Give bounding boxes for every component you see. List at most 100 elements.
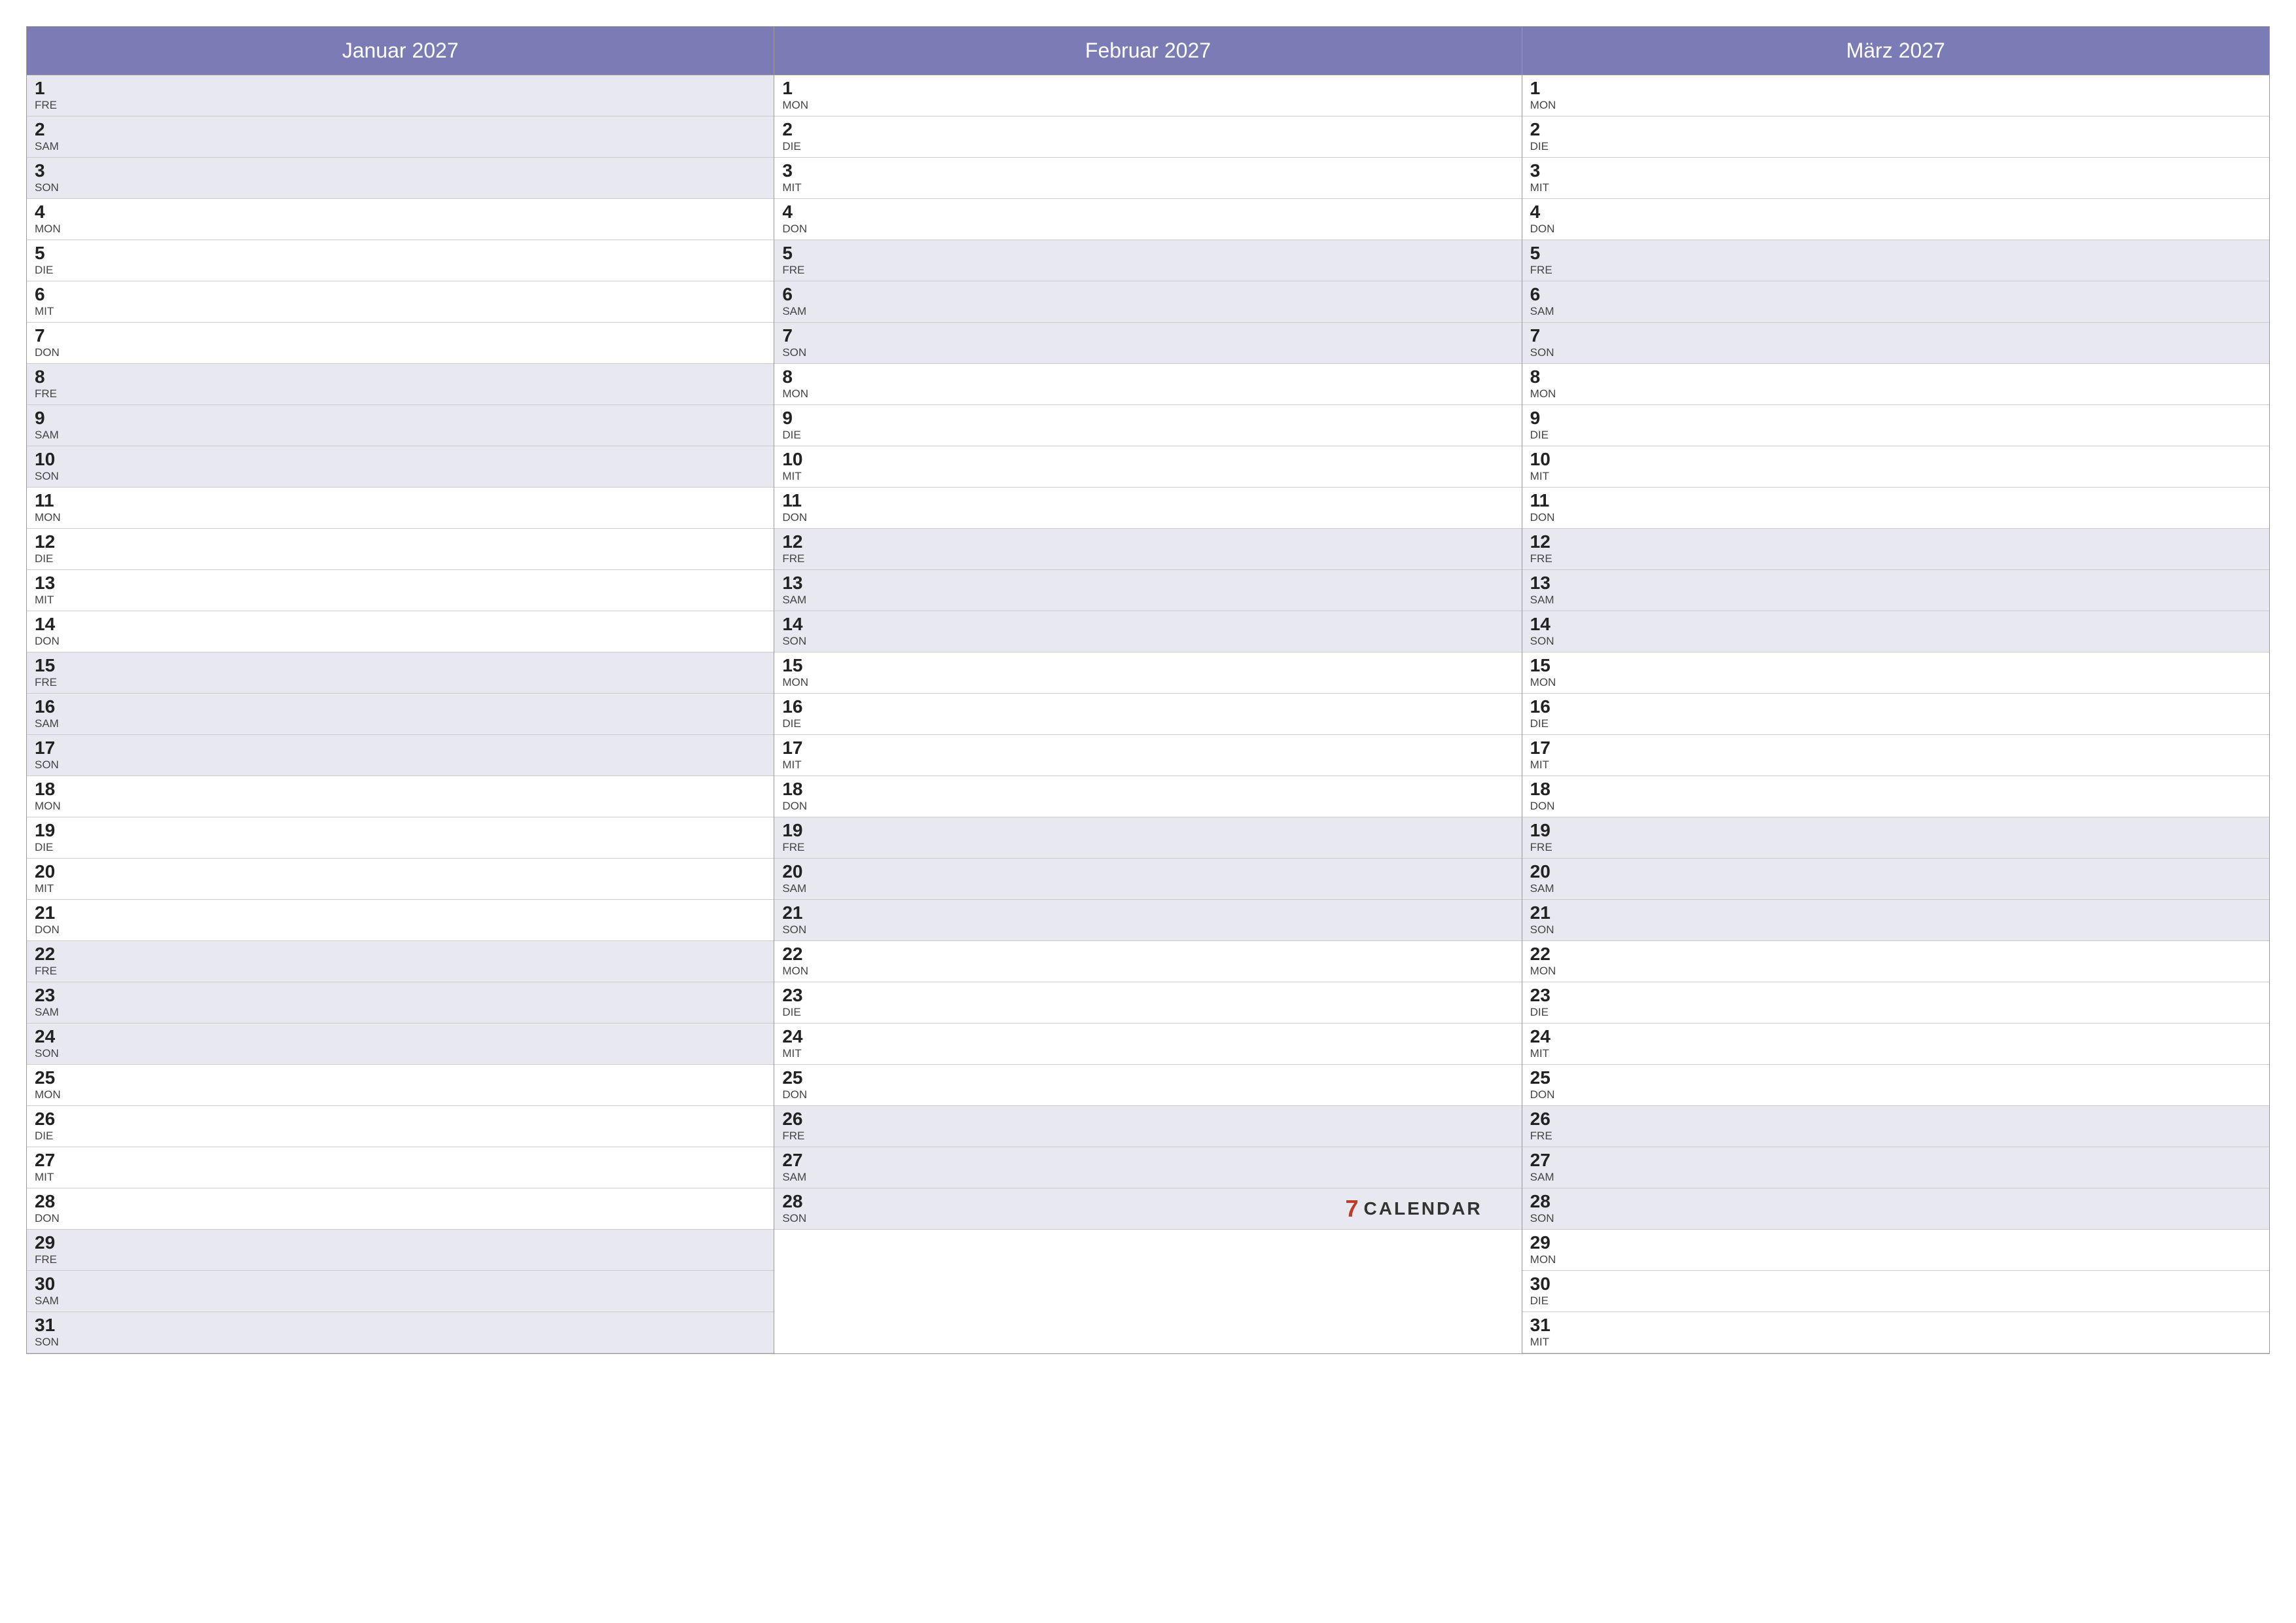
day-name: DON xyxy=(35,346,67,359)
day-info: 2DIE xyxy=(1530,120,1563,153)
day-row: 14DON xyxy=(27,611,774,652)
day-number: 29 xyxy=(35,1234,67,1252)
day-info: 26 DIE xyxy=(35,1110,67,1143)
day-row: 22MON xyxy=(774,941,1521,982)
day-number: 27 xyxy=(782,1151,815,1169)
day-name: MIT xyxy=(35,882,67,895)
day-row: 27 SAM xyxy=(774,1147,1521,1188)
day-number: 9 xyxy=(35,409,67,427)
day-number: 13 xyxy=(782,574,815,592)
day-info: 23DIE xyxy=(1530,986,1563,1019)
day-info: 14DON xyxy=(35,615,67,648)
day-info: 30DIE xyxy=(1530,1275,1563,1308)
day-info: 22MON xyxy=(1530,945,1563,978)
day-row: 27MIT xyxy=(27,1147,774,1188)
day-row: 5FRE xyxy=(774,240,1521,281)
day-number: 3 xyxy=(35,162,67,180)
day-number: 7 xyxy=(35,327,67,345)
day-number: 25 xyxy=(782,1069,815,1087)
day-info: 15MON xyxy=(782,656,815,689)
day-number: 25 xyxy=(35,1069,67,1087)
day-name: SON xyxy=(782,635,815,648)
day-number: 6 xyxy=(782,285,815,304)
day-number: 26 xyxy=(35,1110,67,1128)
day-name: DON xyxy=(1530,1088,1563,1101)
day-info: 23DIE xyxy=(782,986,815,1019)
day-row: 23DIE xyxy=(774,982,1521,1024)
day-name: DON xyxy=(782,800,815,813)
day-name: SON xyxy=(35,181,67,194)
day-row: 15FRE xyxy=(27,652,774,694)
day-info: 22MON xyxy=(782,945,815,978)
day-number: 7 xyxy=(782,327,815,345)
day-info: 11DON xyxy=(782,491,815,524)
day-info: 26FRE xyxy=(1530,1110,1563,1143)
day-row: 15MON xyxy=(774,652,1521,694)
day-number: 27 xyxy=(1530,1151,1563,1169)
day-number: 17 xyxy=(1530,739,1563,757)
day-row: 7SON xyxy=(1522,323,2269,364)
day-info: 3SON xyxy=(35,162,67,194)
day-name: SAM xyxy=(782,305,815,318)
day-row: 11DON xyxy=(1522,488,2269,529)
day-name: SAM xyxy=(782,1171,815,1184)
day-info: 27 SAM xyxy=(1530,1151,1563,1184)
day-info: 23SAM xyxy=(35,986,67,1019)
day-info: 31SON xyxy=(35,1316,67,1349)
day-number: 31 xyxy=(35,1316,67,1334)
day-info: 5FRE xyxy=(1530,244,1563,277)
day-info: 9DIE xyxy=(1530,409,1563,442)
day-name: FRE xyxy=(782,1130,815,1143)
day-number: 26 xyxy=(782,1110,815,1128)
day-name: MON xyxy=(1530,99,1563,112)
day-name: DIE xyxy=(782,140,815,153)
day-number: 15 xyxy=(35,656,67,675)
day-number: 14 xyxy=(782,615,815,633)
day-info: 6SAM xyxy=(782,285,815,318)
day-name: FRE xyxy=(1530,264,1563,277)
day-row: 10MIT xyxy=(774,446,1521,488)
day-row: 12FRE xyxy=(774,529,1521,570)
day-row: 13MIT xyxy=(27,570,774,611)
day-name: SAM xyxy=(1530,1171,1563,1184)
day-row: 13SAM xyxy=(1522,570,2269,611)
day-number: 17 xyxy=(782,739,815,757)
day-name: FRE xyxy=(35,99,67,112)
day-info: 18MON xyxy=(35,780,67,813)
day-name: SON xyxy=(35,470,67,483)
calendar-logo-text: CALENDAR xyxy=(1364,1198,1482,1219)
day-name: SAM xyxy=(1530,594,1563,607)
day-row: 19FRE xyxy=(1522,817,2269,859)
day-number: 29 xyxy=(1530,1234,1563,1252)
day-number: 31 xyxy=(1530,1316,1563,1334)
day-number: 7 xyxy=(1530,327,1563,345)
day-number: 24 xyxy=(35,1027,67,1046)
day-info: 15MON xyxy=(1530,656,1563,689)
day-info: 18DON xyxy=(782,780,815,813)
day-info: 9SAM xyxy=(35,409,67,442)
day-name: DON xyxy=(1530,511,1563,524)
day-row: 6SAM xyxy=(1522,281,2269,323)
day-info: 24SON xyxy=(35,1027,67,1060)
month-col-februar: Februar 20271MON2DIE3MIT4DON5FRE6SAM7SON… xyxy=(774,27,1522,1353)
day-number: 10 xyxy=(1530,450,1563,469)
day-number: 15 xyxy=(782,656,815,675)
day-row: 3MIT xyxy=(774,158,1521,199)
day-row: 28DON xyxy=(27,1188,774,1230)
day-row: 2DIE xyxy=(774,116,1521,158)
day-number: 4 xyxy=(35,203,67,221)
day-row: 20SAM xyxy=(774,859,1521,900)
day-name: DIE xyxy=(35,264,67,277)
day-row: 25MON xyxy=(27,1065,774,1106)
day-number: 1 xyxy=(35,79,67,98)
day-info: 6SAM xyxy=(1530,285,1563,318)
day-number: 22 xyxy=(35,945,67,963)
day-name: SON xyxy=(782,923,815,936)
day-name: DIE xyxy=(1530,717,1563,730)
day-row: 10MIT xyxy=(1522,446,2269,488)
day-number: 16 xyxy=(782,698,815,716)
day-name: DIE xyxy=(35,1130,67,1143)
day-row: 30SAM xyxy=(27,1271,774,1312)
day-row: 24MIT xyxy=(774,1024,1521,1065)
day-row: 17MIT xyxy=(1522,735,2269,776)
